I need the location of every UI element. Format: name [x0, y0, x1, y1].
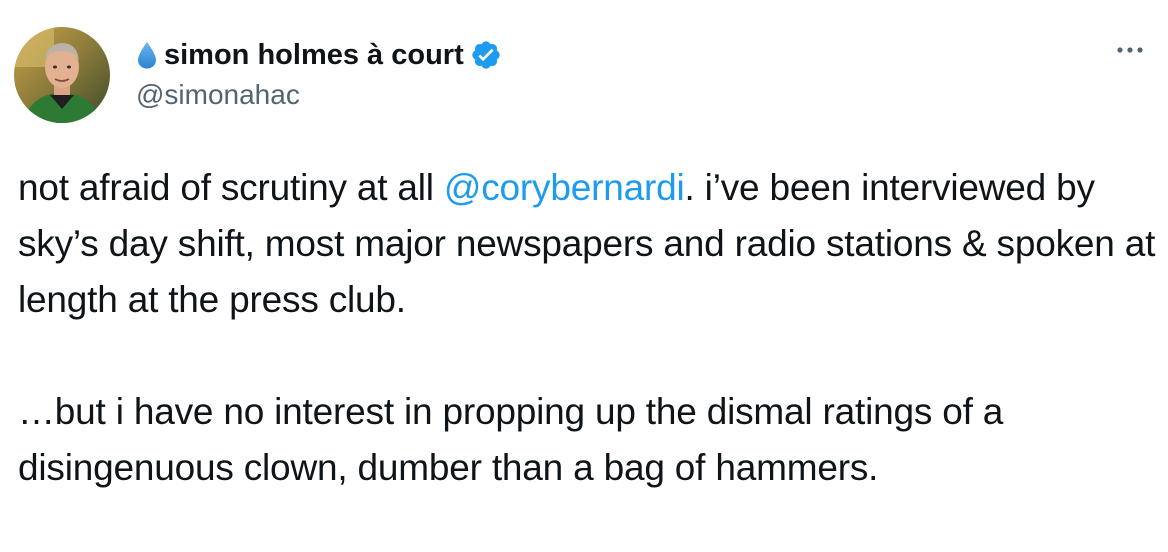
- tweet-paragraph-2: …but i have no interest in propping up t…: [18, 391, 1004, 488]
- water-drop-icon: [136, 40, 158, 70]
- author-handle[interactable]: @simonahac: [136, 76, 502, 114]
- tweet-text: not afraid of scrutiny at all @coryberna…: [18, 160, 1158, 496]
- mention-link[interactable]: @corybernardi: [444, 167, 685, 208]
- profile-photo-avatar: [14, 27, 110, 123]
- avatar[interactable]: [14, 27, 110, 123]
- author-name-row: simon holmes à court: [136, 36, 502, 74]
- author-identity: simon holmes à court @simonahac: [136, 36, 502, 114]
- tweet-card: simon holmes à court @simonahac not afra…: [0, 0, 1168, 552]
- tweet-text-before-mention: not afraid of scrutiny at all: [18, 167, 444, 208]
- tweet-paragraph-1: not afraid of scrutiny at all @coryberna…: [18, 160, 1158, 328]
- author-display-name[interactable]: simon holmes à court: [164, 36, 464, 74]
- verified-badge-icon: [470, 39, 502, 71]
- more-options-icon[interactable]: [1112, 38, 1148, 62]
